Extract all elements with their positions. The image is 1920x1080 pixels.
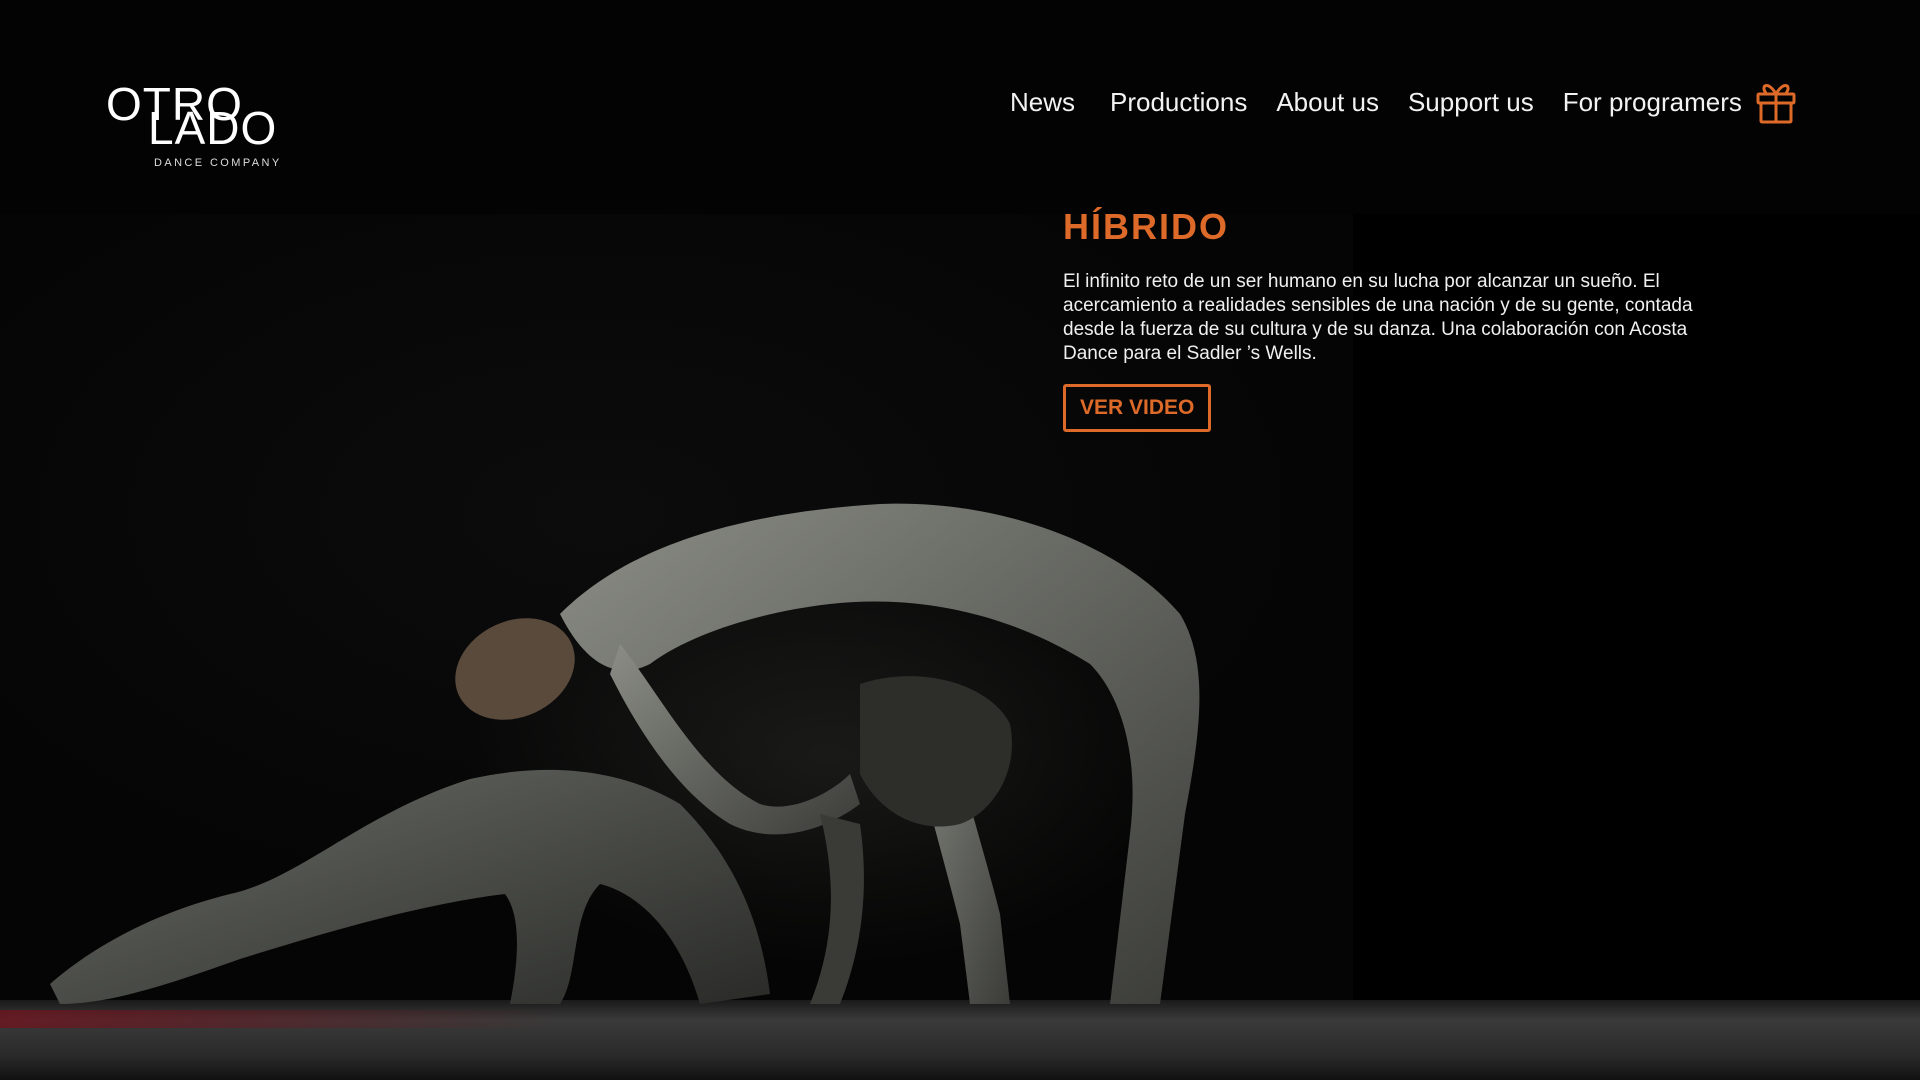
production-title: HÍBRIDO (1063, 206, 1229, 247)
nav-for-programers[interactable]: For programers (1563, 87, 1742, 118)
ver-video-button[interactable]: VER VIDEO (1063, 384, 1212, 432)
main-nav: News Productions About us Support us For… (1010, 82, 1771, 122)
otro-lado-logo[interactable]: OTRO LADO DANCE COMPANY (104, 78, 304, 178)
logo-line2: LADO (148, 102, 277, 154)
logo-tagline: DANCE COMPANY (154, 157, 282, 169)
production-description: El infinito reto de un ser humano en su … (1063, 271, 1693, 364)
nav-productions[interactable]: Productions (1110, 87, 1247, 118)
production-info: HÍBRIDO El infinito reto de un ser human… (1063, 206, 1693, 432)
nav-support-us[interactable]: Support us (1408, 87, 1534, 118)
nav-news[interactable]: News (1010, 87, 1075, 118)
nav-about-us[interactable]: About us (1276, 87, 1379, 118)
site-header: OTRO LADO DANCE COMPANY News Productions… (0, 0, 1920, 214)
gift-icon[interactable] (1754, 78, 1798, 126)
